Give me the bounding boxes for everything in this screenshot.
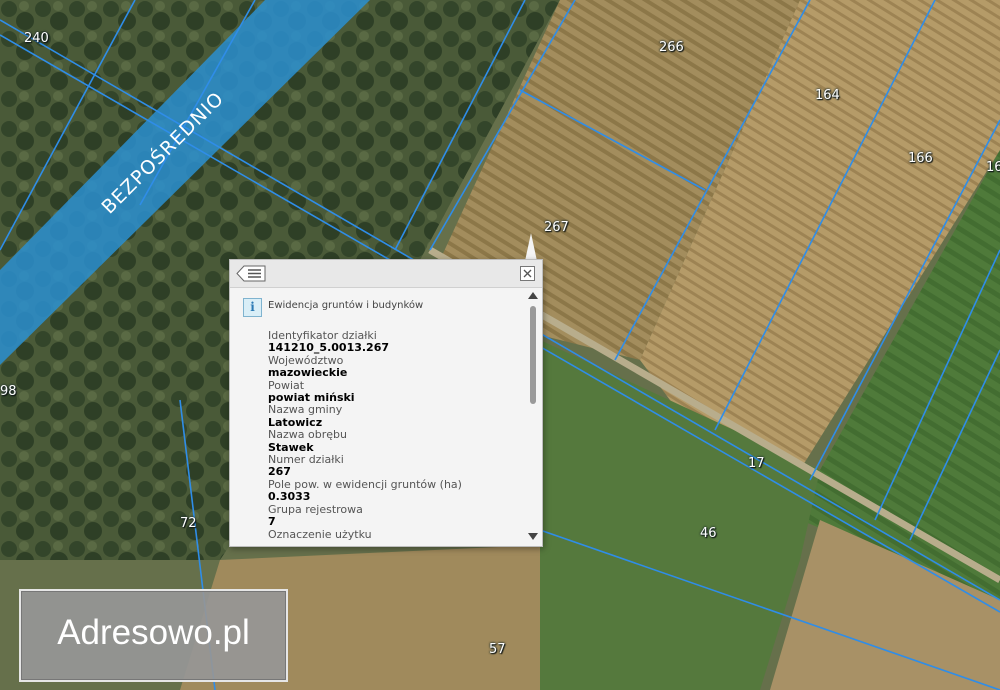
plot-number: 46: [700, 526, 717, 541]
close-popup-button[interactable]: [520, 266, 535, 281]
attribute-list: Identyfikator działki 141210_5.0013.267 …: [268, 329, 462, 541]
attr-value-parcel-number: 267: [268, 465, 291, 479]
attr-label-parcel-number: Numer działki: [268, 453, 344, 467]
info-icon: i: [243, 298, 262, 317]
attr-label-register-group: Grupa rejestrowa: [268, 502, 363, 516]
attr-value-area: 0.3033: [268, 490, 311, 504]
popup-header: [230, 260, 542, 288]
feature-info-popup: i Ewidencja gruntów i budynków Identyfik…: [229, 259, 543, 547]
close-x-icon: [523, 269, 532, 278]
plot-number: 166: [908, 151, 933, 166]
plot-number: 72: [180, 516, 197, 531]
watermark-text: Adresowo.pl: [57, 613, 250, 652]
scroll-up-arrow-icon[interactable]: [528, 292, 538, 299]
attr-label-precinct: Nazwa obrębu: [268, 428, 347, 442]
back-to-list-button[interactable]: [236, 265, 266, 282]
attr-label-commune: Nazwa gminy: [268, 403, 343, 417]
scroll-down-arrow-icon[interactable]: [528, 533, 538, 540]
plot-number: 164: [815, 88, 840, 103]
attr-value-voivodeship: mazowieckie: [268, 366, 348, 380]
scroll-thumb[interactable]: [530, 306, 536, 404]
popup-scrollbar[interactable]: [527, 290, 539, 544]
layer-title: Ewidencja gruntów i budynków: [268, 300, 424, 311]
plot-number: 98: [0, 384, 17, 399]
attr-value-register-group: 7: [268, 515, 276, 529]
popup-pointer: [525, 233, 537, 261]
list-back-icon: [236, 265, 266, 282]
plot-number: 57: [489, 642, 506, 657]
plot-number: 16: [986, 160, 1000, 175]
popup-content: i Ewidencja gruntów i budynków Identyfik…: [230, 288, 524, 544]
plot-number: 17: [748, 456, 765, 471]
attr-label-land-use: Oznaczenie użytku: [268, 527, 372, 541]
plot-number: 266: [659, 40, 684, 55]
watermark-logo: Adresowo.pl: [19, 589, 288, 682]
plot-number: 267: [544, 220, 569, 235]
attr-value-parcel-id: 141210_5.0013.267: [268, 341, 390, 355]
plot-number: 240: [24, 31, 49, 46]
